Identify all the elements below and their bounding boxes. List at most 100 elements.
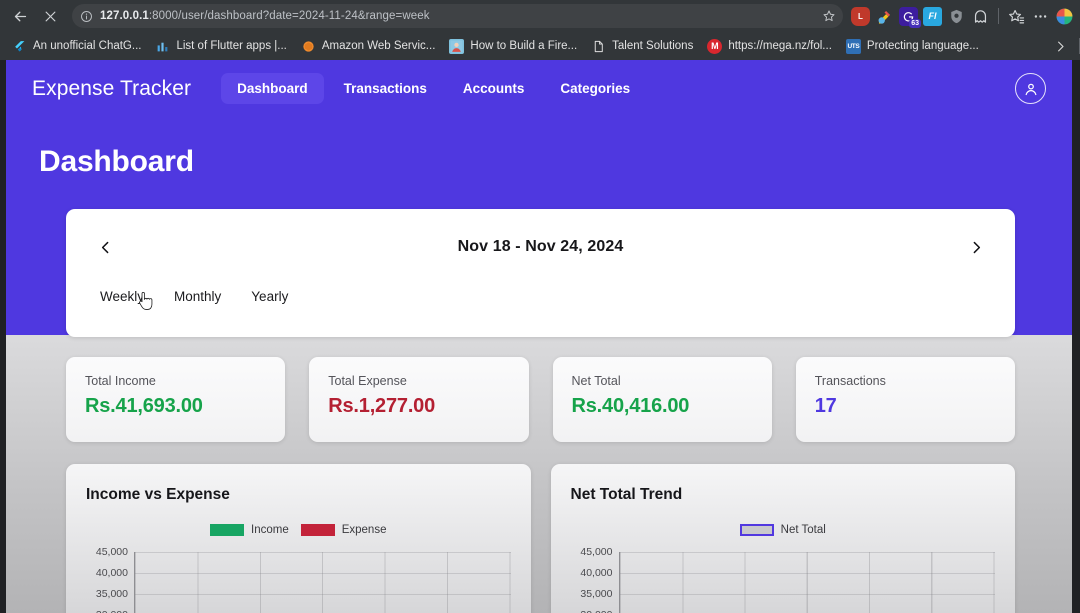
back-button[interactable] bbox=[6, 2, 34, 30]
plot-area-wrapper: 45,000 40,000 35,000 30,000 bbox=[571, 542, 996, 613]
next-period-button[interactable] bbox=[961, 232, 991, 262]
address-bar[interactable]: 127.0.0.1:8000/user/dashboard?date=2024-… bbox=[72, 4, 843, 28]
legend-item-income[interactable]: Income bbox=[210, 524, 289, 536]
browser-chrome: 127.0.0.1:8000/user/dashboard?date=2024-… bbox=[0, 0, 1080, 60]
flutter-favicon bbox=[12, 39, 27, 54]
grammarly-badge-count: 63 bbox=[909, 19, 921, 28]
y-tick: 35,000 bbox=[96, 584, 128, 605]
y-tick: 30,000 bbox=[96, 605, 128, 613]
stop-loading-button[interactable] bbox=[36, 2, 64, 30]
shield-extension-icon[interactable] bbox=[947, 7, 966, 26]
bookmark-item[interactable]: An unofficial ChatG... bbox=[6, 36, 147, 57]
browser-toolbar: 127.0.0.1:8000/user/dashboard?date=2024-… bbox=[0, 0, 1080, 32]
grammarly-extension-icon[interactable]: 63 bbox=[899, 7, 918, 26]
y-tick: 45,000 bbox=[96, 542, 128, 563]
chart-legend: Income Expense bbox=[86, 524, 511, 536]
range-tab-yearly[interactable]: Yearly bbox=[245, 285, 294, 308]
app-nav-links: Dashboard Transactions Accounts Categori… bbox=[221, 73, 646, 104]
back-arrow-icon bbox=[12, 8, 29, 25]
y-axis-ticks: 45,000 40,000 35,000 30,000 bbox=[86, 542, 134, 613]
colorzilla-extension-icon[interactable] bbox=[875, 7, 894, 26]
bookmark-label: Protecting language... bbox=[867, 40, 979, 52]
legend-item-net-total[interactable]: Net Total bbox=[740, 524, 826, 536]
legend-item-expense[interactable]: Expense bbox=[301, 524, 387, 536]
document-favicon bbox=[591, 39, 606, 54]
bookmark-item[interactable]: UTS Protecting language... bbox=[840, 36, 985, 57]
chart-legend: Net Total bbox=[571, 524, 996, 536]
nav-link-dashboard[interactable]: Dashboard bbox=[221, 73, 324, 104]
legend-label: Income bbox=[251, 524, 289, 536]
url-text: 127.0.0.1:8000/user/dashboard?date=2024-… bbox=[100, 10, 819, 22]
range-tabs: Weekly Monthly Yearly bbox=[90, 285, 991, 308]
charts-grid: Income vs Expense Income Expense 45,000 … bbox=[66, 464, 1015, 613]
bookmark-label: Amazon Web Servic... bbox=[322, 40, 436, 52]
bookmark-item[interactable]: List of Flutter apps |... bbox=[149, 36, 292, 57]
y-tick: 35,000 bbox=[580, 584, 612, 605]
chevron-left-icon bbox=[97, 239, 114, 256]
bookmark-label: An unofficial ChatG... bbox=[33, 40, 141, 52]
lastpass-extension-icon[interactable]: L bbox=[851, 7, 870, 26]
bookmarks-bar: An unofficial ChatG... List of Flutter a… bbox=[0, 32, 1080, 60]
nav-link-categories[interactable]: Categories bbox=[544, 73, 646, 104]
stat-card-total-expense: Total Expense Rs.1,277.00 bbox=[309, 357, 528, 442]
url-host: 127.0.0.1 bbox=[100, 10, 149, 22]
more-options-icon[interactable] bbox=[1031, 7, 1050, 26]
plot-area[interactable] bbox=[134, 552, 511, 613]
summary-stats-grid: Total Income Rs.41,693.00 Total Expense … bbox=[66, 357, 1015, 442]
y-tick: 40,000 bbox=[96, 563, 128, 584]
site-info-icon[interactable] bbox=[80, 10, 93, 23]
stat-value: 17 bbox=[815, 395, 996, 418]
ghostery-extension-icon[interactable] bbox=[971, 7, 990, 26]
stat-label: Total Expense bbox=[328, 374, 509, 388]
nav-link-transactions[interactable]: Transactions bbox=[328, 73, 443, 104]
date-navigation-row: Nov 18 - Nov 24, 2024 bbox=[90, 209, 991, 285]
uts-favicon: UTS bbox=[846, 39, 861, 54]
legend-swatch-expense bbox=[301, 524, 335, 536]
app-brand[interactable]: Expense Tracker bbox=[32, 77, 191, 101]
bookmark-label: https://mega.nz/fol... bbox=[728, 40, 832, 52]
stat-label: Net Total bbox=[572, 374, 753, 388]
bookmark-item[interactable]: How to Build a Fire... bbox=[443, 36, 583, 57]
stat-card-total-income: Total Income Rs.41,693.00 bbox=[66, 357, 285, 442]
range-tab-monthly[interactable]: Monthly bbox=[168, 285, 227, 308]
stat-label: Total Income bbox=[85, 374, 266, 388]
stat-card-net-total: Net Total Rs.40,416.00 bbox=[553, 357, 772, 442]
toolbar-divider bbox=[998, 8, 999, 24]
bookmark-item[interactable]: Amazon Web Servic... bbox=[295, 36, 442, 57]
browser-profile-icon[interactable] bbox=[1055, 7, 1074, 26]
stat-value: Rs.1,277.00 bbox=[328, 395, 509, 418]
page-viewport: Expense Tracker Dashboard Transactions A… bbox=[0, 60, 1080, 613]
plot-area[interactable] bbox=[619, 552, 996, 613]
previous-period-button[interactable] bbox=[90, 232, 120, 262]
bookmarks-overflow-chevron bbox=[1053, 39, 1068, 54]
legend-label: Expense bbox=[342, 524, 387, 536]
collections-star-icon[interactable] bbox=[1007, 7, 1026, 26]
y-tick: 40,000 bbox=[580, 563, 612, 584]
formatter-extension-icon[interactable]: Fl bbox=[923, 7, 942, 26]
mouse-cursor-pointer bbox=[136, 291, 153, 313]
stat-value: Rs.41,693.00 bbox=[85, 395, 266, 418]
article-favicon bbox=[449, 39, 464, 54]
chart-card-net-total-trend: Net Total Trend Net Total 45,000 40,000 … bbox=[551, 464, 1016, 613]
chevron-right-icon bbox=[968, 239, 985, 256]
bookmark-label: How to Build a Fire... bbox=[470, 40, 577, 52]
dashboard-content: Nov 18 - Nov 24, 2024 Weekly Monthly Yea… bbox=[6, 179, 1072, 613]
bookmark-label: Talent Solutions bbox=[612, 40, 693, 52]
chart-title: Income vs Expense bbox=[86, 486, 511, 504]
date-range-label: Nov 18 - Nov 24, 2024 bbox=[120, 238, 961, 256]
stat-label: Transactions bbox=[815, 374, 996, 388]
page-title: Dashboard bbox=[6, 117, 1072, 179]
date-range-card: Nov 18 - Nov 24, 2024 Weekly Monthly Yea… bbox=[66, 209, 1015, 337]
y-tick: 30,000 bbox=[580, 605, 612, 613]
bookmark-item[interactable]: M https://mega.nz/fol... bbox=[701, 36, 838, 57]
legend-swatch-income bbox=[210, 524, 244, 536]
aws-favicon bbox=[301, 39, 316, 54]
chart-card-income-vs-expense: Income vs Expense Income Expense 45,000 … bbox=[66, 464, 531, 613]
chart-favicon bbox=[155, 39, 170, 54]
nav-link-accounts[interactable]: Accounts bbox=[447, 73, 541, 104]
bookmarks-overflow-button[interactable] bbox=[1047, 36, 1074, 57]
bookmark-star-icon[interactable] bbox=[819, 6, 839, 26]
user-avatar-button[interactable] bbox=[1015, 73, 1046, 104]
bookmark-item[interactable]: Talent Solutions bbox=[585, 36, 699, 57]
stat-value: Rs.40,416.00 bbox=[572, 395, 753, 418]
